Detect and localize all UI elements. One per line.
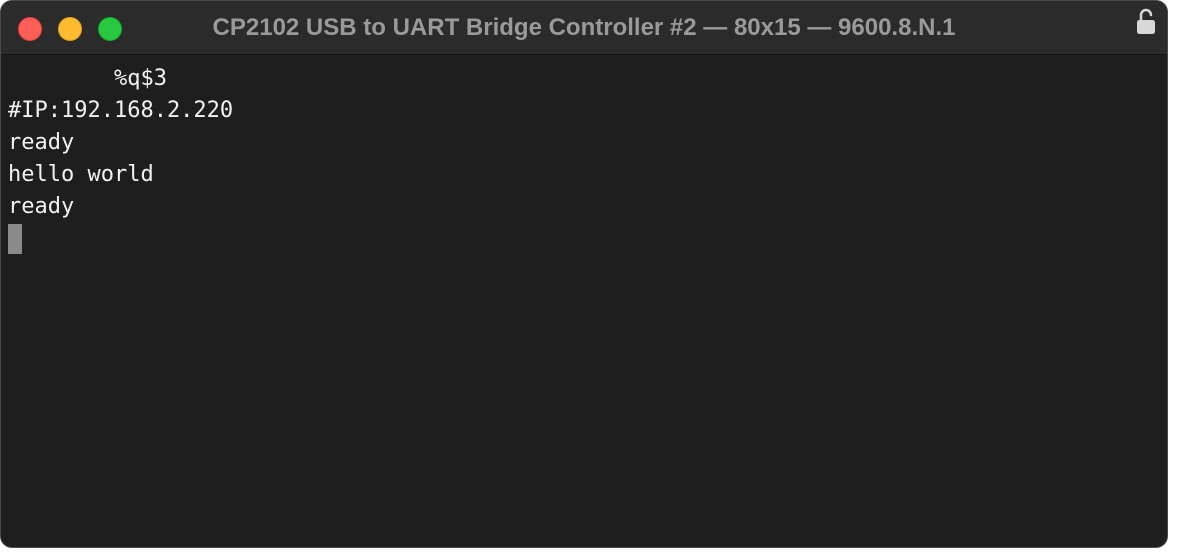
terminal-output[interactable]: %q$3 #IP:192.168.2.220 ready hello world… bbox=[8, 63, 1159, 539]
terminal-window: CP2102 USB to UART Bridge Controller #2 … bbox=[0, 0, 1168, 548]
terminal-line: #IP:192.168.2.220 bbox=[8, 98, 234, 123]
terminal-line: ready bbox=[8, 130, 75, 155]
title-bar[interactable]: CP2102 USB to UART Bridge Controller #2 … bbox=[1, 1, 1167, 55]
close-button[interactable] bbox=[18, 17, 42, 41]
text-cursor bbox=[8, 224, 22, 254]
terminal-line: hello world bbox=[8, 162, 154, 187]
zoom-button[interactable] bbox=[98, 17, 122, 41]
cursor-line bbox=[8, 223, 1159, 255]
window-title: CP2102 USB to UART Bridge Controller #2 … bbox=[212, 14, 956, 41]
minimize-button[interactable] bbox=[58, 17, 82, 41]
lock-open-icon[interactable] bbox=[1135, 7, 1157, 35]
terminal-line: ready bbox=[8, 194, 75, 219]
terminal-line: %q$3 bbox=[8, 66, 167, 91]
